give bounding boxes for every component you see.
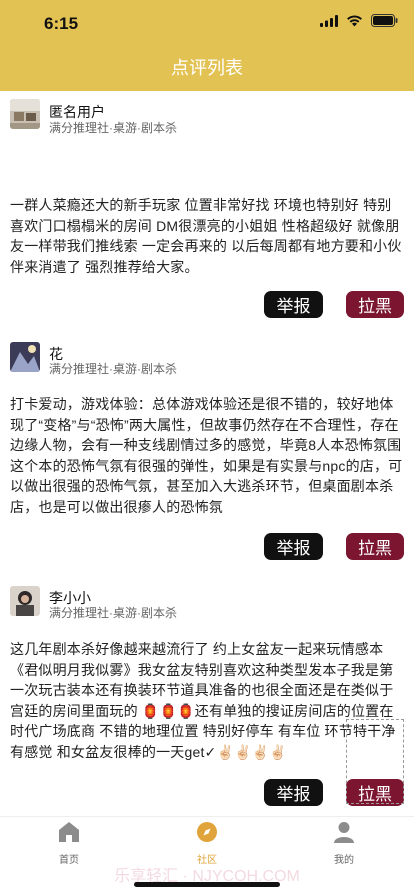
- signal-icon: [320, 14, 338, 27]
- review-card: 花 满分推理社·桌游·剧本杀 打卡爱动，游戏体验：总体游戏体验还是很不错的，较好…: [0, 334, 414, 574]
- report-button[interactable]: 举报: [264, 291, 323, 318]
- avatar: [10, 99, 40, 129]
- block-button[interactable]: 拉黑: [346, 291, 404, 318]
- home-indicator: [134, 882, 280, 887]
- review-list[interactable]: 匿名用户 满分推理社·桌游·剧本杀 一群人菜瘾还大的新手玩家 位置非常好找 环境…: [0, 91, 414, 816]
- person-icon: [334, 822, 354, 843]
- store-name: 满分推理社·桌游·剧本杀: [49, 606, 177, 620]
- review-content: 打卡爱动，游戏体验：总体游戏体验还是很不错的，较好地体现了“变格”与“恐怖”两大…: [10, 396, 403, 515]
- store-name: 满分推理社·桌游·剧本杀: [49, 362, 177, 376]
- tab-home[interactable]: 首页: [29, 821, 109, 866]
- battery-icon: [371, 14, 398, 27]
- block-button[interactable]: 拉黑: [346, 533, 404, 560]
- status-time: 6:15: [44, 14, 79, 33]
- page-title: 点评列表: [171, 58, 243, 78]
- avatar: [10, 586, 40, 616]
- report-button[interactable]: 举报: [264, 533, 323, 560]
- review-card: 匿名用户 满分推理社·桌游·剧本杀 一群人菜瘾还大的新手玩家 位置非常好找 环境…: [0, 91, 414, 331]
- wifi-icon: [347, 14, 362, 26]
- store-name: 满分推理社·桌游·剧本杀: [49, 121, 177, 135]
- status-icons: [320, 14, 398, 27]
- tab-profile[interactable]: 我的: [304, 821, 384, 866]
- tab-community[interactable]: 社区: [167, 821, 247, 866]
- avatar: [10, 342, 40, 372]
- review-content: 一群人菜瘾还大的新手玩家 位置非常好找 环境也特别好 特别喜欢门口榻榻米的房间 …: [10, 197, 402, 275]
- report-button[interactable]: 举报: [264, 779, 323, 806]
- home-icon: [59, 822, 79, 842]
- app-header: 6:15 点评列表: [0, 0, 414, 91]
- selection-indicator: [346, 719, 404, 804]
- compass-icon: [197, 822, 217, 842]
